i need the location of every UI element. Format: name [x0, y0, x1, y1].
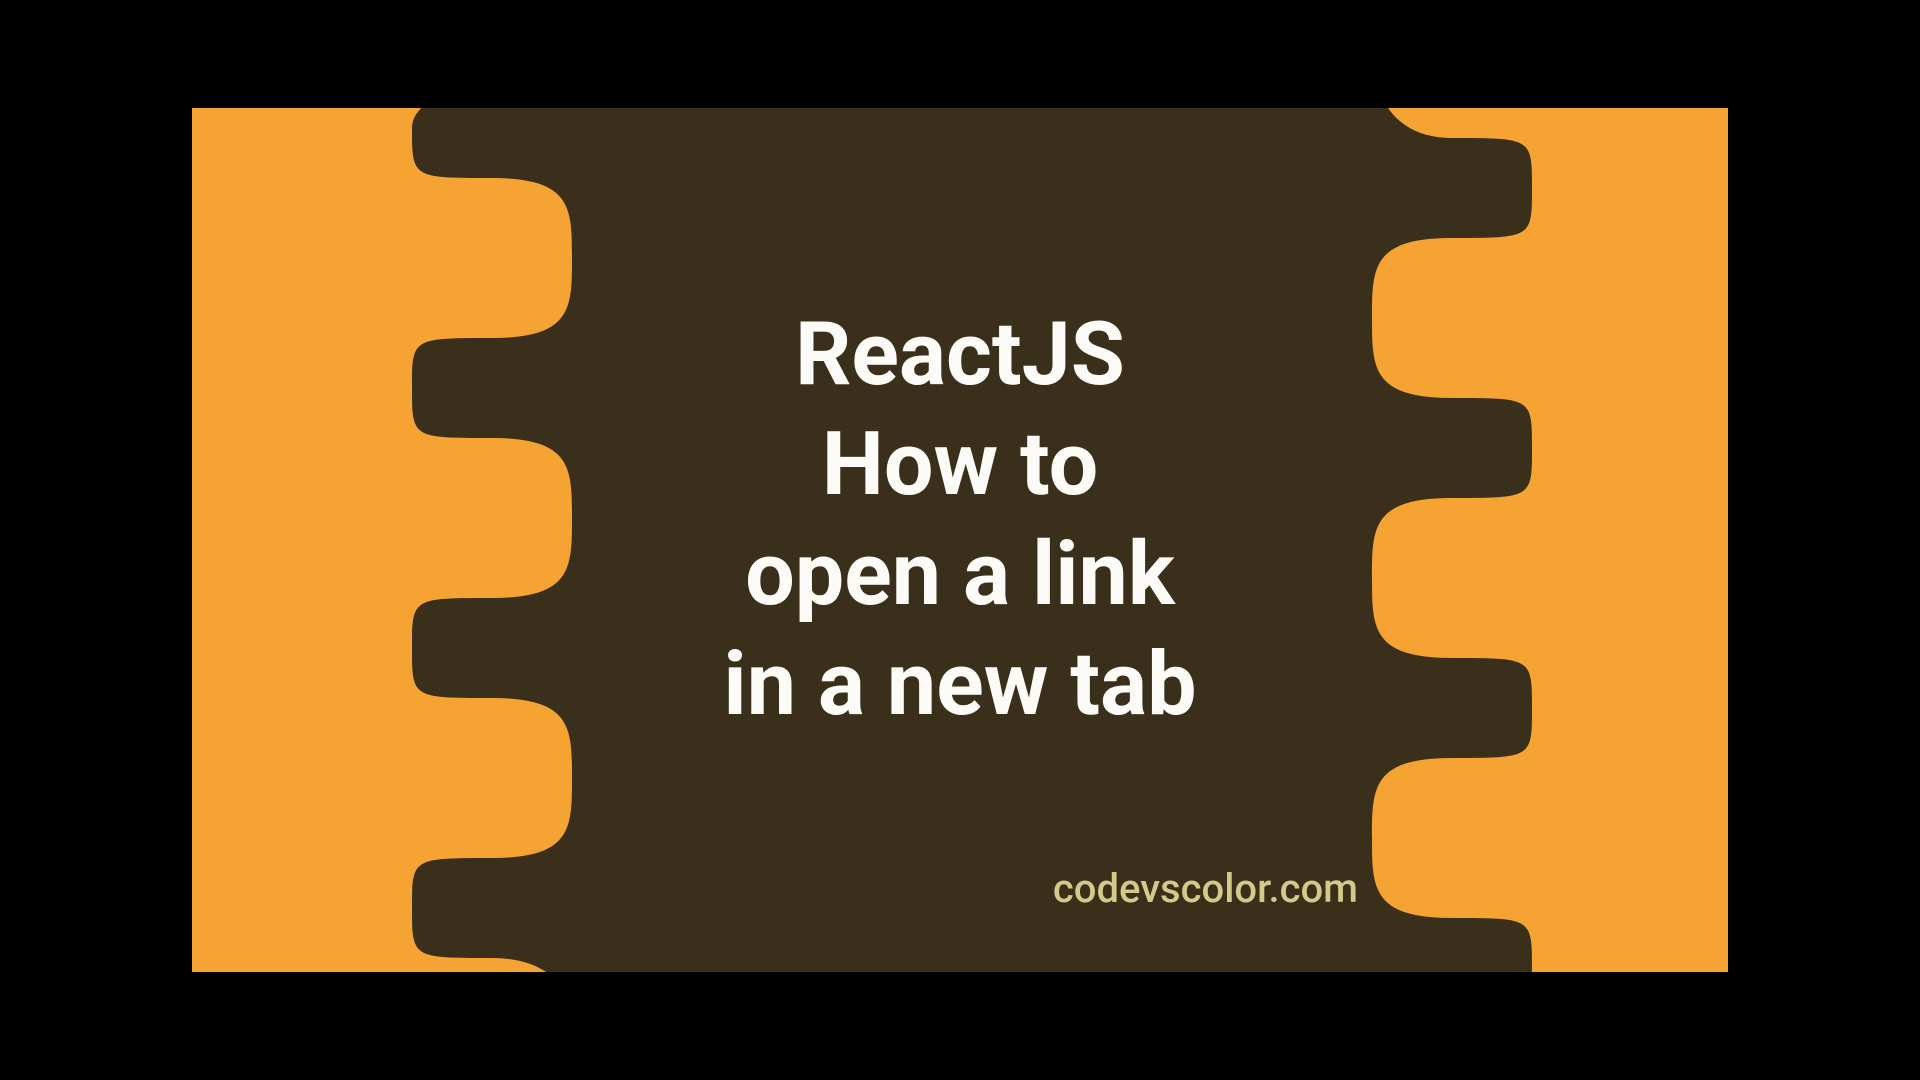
- banner-title: ReactJS How to open a link in a new tab: [723, 300, 1196, 740]
- title-line-1: ReactJS: [723, 300, 1196, 410]
- title-line-4: in a new tab: [723, 630, 1196, 740]
- site-watermark: codevscolor.com: [1053, 865, 1358, 912]
- title-line-3: open a link: [723, 520, 1196, 630]
- banner-card: ReactJS How to open a link in a new tab …: [192, 108, 1728, 972]
- title-line-2: How to: [723, 410, 1196, 520]
- content-area: ReactJS How to open a link in a new tab: [192, 108, 1728, 972]
